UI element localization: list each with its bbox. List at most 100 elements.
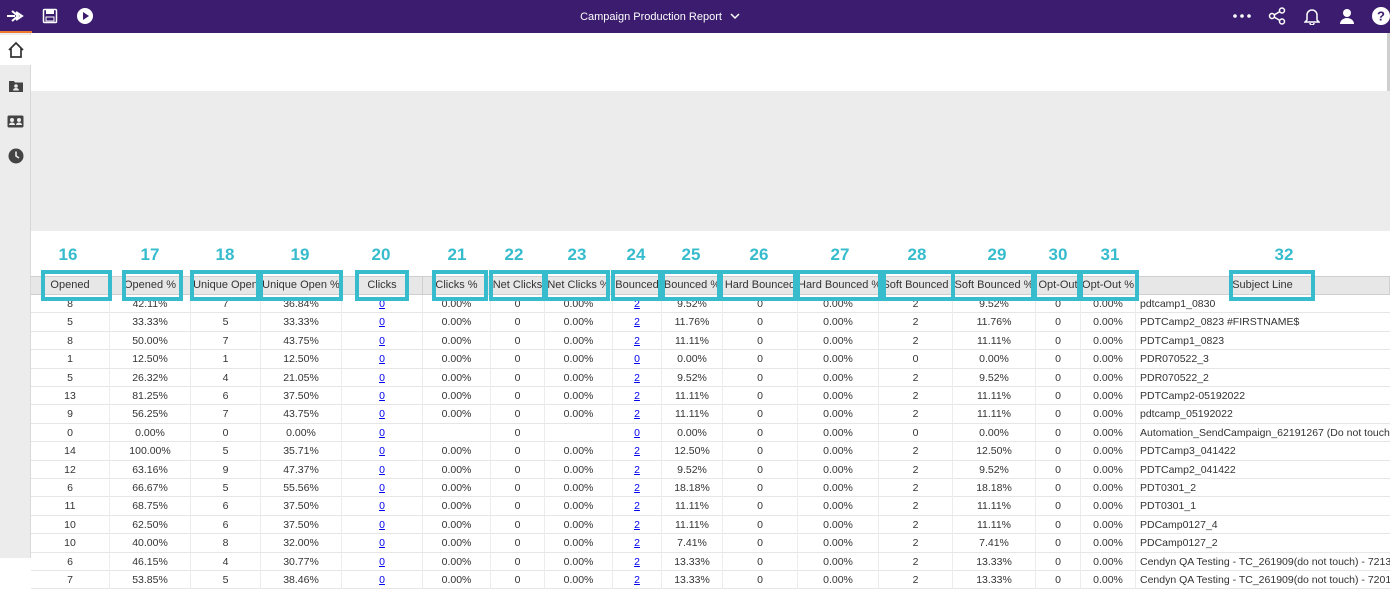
annotation-highlight-box bbox=[661, 270, 721, 301]
table-cell: 0 bbox=[723, 313, 798, 332]
drilldown-link[interactable]: 0 bbox=[342, 331, 423, 350]
table-cell: 46.15% bbox=[110, 552, 191, 571]
table-cell: 0.00% bbox=[798, 423, 879, 442]
table-cell: 5 bbox=[191, 571, 261, 589]
drilldown-link[interactable]: 0 bbox=[342, 368, 423, 387]
drilldown-link[interactable]: 2 bbox=[613, 552, 662, 571]
home-icon[interactable] bbox=[0, 35, 31, 65]
user-icon[interactable] bbox=[1336, 5, 1358, 27]
subject-line-cell: PDR070522_3 bbox=[1140, 353, 1209, 366]
table-cell: 0 bbox=[1036, 313, 1081, 332]
share-icon[interactable] bbox=[1266, 5, 1288, 27]
drilldown-link[interactable]: 0 bbox=[342, 552, 423, 571]
drilldown-link[interactable]: 0 bbox=[342, 442, 423, 461]
table-cell: 0 bbox=[1036, 405, 1081, 424]
table-cell: 0.00% bbox=[261, 423, 342, 442]
annotation-number: 17 bbox=[140, 245, 160, 264]
annotation-number: 32 bbox=[1274, 245, 1294, 264]
play-icon[interactable] bbox=[74, 5, 96, 27]
table-cell: 0 bbox=[723, 350, 798, 369]
table-cell: 0.00% bbox=[662, 423, 723, 442]
drilldown-link[interactable]: 0 bbox=[342, 571, 423, 589]
annotation-number: 29 bbox=[987, 245, 1007, 264]
report-header-band bbox=[31, 91, 1390, 231]
drilldown-link[interactable]: 2 bbox=[613, 515, 662, 534]
annotation-area bbox=[31, 231, 1390, 275]
drilldown-link[interactable]: 0 bbox=[613, 423, 662, 442]
table-cell: 11.11% bbox=[953, 331, 1036, 350]
table-cell: 0.00% bbox=[798, 442, 879, 461]
table-cell: 7.41% bbox=[662, 534, 723, 553]
table-cell: 0 bbox=[1036, 350, 1081, 369]
table-cell: 11.76% bbox=[662, 313, 723, 332]
report-title-dropdown[interactable]: Campaign Production Report bbox=[540, 0, 780, 33]
table-cell: 14 bbox=[31, 442, 110, 461]
drilldown-link[interactable]: 2 bbox=[613, 479, 662, 497]
contact-card-icon[interactable] bbox=[0, 106, 31, 136]
drilldown-link[interactable]: 0 bbox=[342, 515, 423, 534]
annotation-number: 31 bbox=[1100, 245, 1120, 264]
drilldown-link[interactable]: 0 bbox=[342, 479, 423, 497]
table-cell: 6 bbox=[191, 515, 261, 534]
table-cell: 0 bbox=[723, 405, 798, 424]
table-row: 11 68.75% 6 37.50% 0 0.00% 0 0.00% 2 11.11% 0 0.00%… bbox=[31, 497, 1390, 516]
drilldown-link[interactable]: 2 bbox=[613, 460, 662, 479]
drilldown-link[interactable]: 2 bbox=[613, 405, 662, 424]
drilldown-link[interactable]: 0 bbox=[342, 387, 423, 405]
annotation-highlight-box bbox=[1079, 270, 1139, 301]
app-logo-icon[interactable] bbox=[4, 5, 26, 27]
table-row: 14 100.00% 5 35.71% 0 0.00% 0 0.00% 2 12.50% 0 0.00… bbox=[31, 442, 1390, 461]
drilldown-link[interactable]: 2 bbox=[613, 571, 662, 589]
table-cell: 6 bbox=[191, 497, 261, 516]
drilldown-link[interactable]: 0 bbox=[342, 497, 423, 516]
annotation-highlight-box bbox=[951, 270, 1037, 301]
contacts-folder-icon[interactable] bbox=[0, 71, 31, 101]
table-cell: 2 bbox=[879, 313, 953, 332]
clock-icon[interactable] bbox=[0, 141, 31, 171]
annotation-number: 30 bbox=[1048, 245, 1068, 264]
table-cell: 2 bbox=[879, 387, 953, 405]
table-cell: 53.85% bbox=[110, 571, 191, 589]
help-icon[interactable]: ? bbox=[1370, 5, 1390, 27]
table-cell: 62.50% bbox=[110, 515, 191, 534]
table-cell: 0 bbox=[1036, 552, 1081, 571]
annotation-highlight-box bbox=[259, 270, 343, 301]
table-cell: 18.18% bbox=[662, 479, 723, 497]
table-cell: 68.75% bbox=[110, 497, 191, 516]
drilldown-link[interactable]: 0 bbox=[342, 350, 423, 369]
table-cell: 0.00% bbox=[545, 405, 613, 424]
drilldown-link[interactable]: 0 bbox=[342, 534, 423, 553]
drilldown-link[interactable]: 0 bbox=[342, 313, 423, 332]
table-cell: 0 bbox=[491, 423, 545, 442]
drilldown-link[interactable]: 2 bbox=[613, 442, 662, 461]
drilldown-link[interactable]: 0 bbox=[613, 350, 662, 369]
table-cell: 11 bbox=[31, 497, 110, 516]
annotation-number: 21 bbox=[447, 245, 467, 264]
drilldown-link[interactable]: 2 bbox=[613, 368, 662, 387]
table-cell: 0 bbox=[491, 534, 545, 553]
drilldown-link[interactable]: 2 bbox=[613, 313, 662, 332]
drilldown-link[interactable]: 2 bbox=[613, 534, 662, 553]
drilldown-link[interactable]: 0 bbox=[342, 405, 423, 424]
table-cell: 0 bbox=[879, 350, 953, 369]
annotation-number: 18 bbox=[215, 245, 235, 264]
more-icon[interactable] bbox=[1231, 5, 1253, 27]
table-cell: 0 bbox=[723, 479, 798, 497]
table-cell: 100.00% bbox=[110, 442, 191, 461]
bell-icon[interactable] bbox=[1301, 5, 1323, 27]
subject-line-cell: PDTCamp1_0823 bbox=[1140, 334, 1225, 347]
annotation-number: 19 bbox=[290, 245, 310, 264]
table-cell: 2 bbox=[879, 479, 953, 497]
drilldown-link[interactable]: 0 bbox=[342, 460, 423, 479]
table-cell: 13.33% bbox=[953, 552, 1036, 571]
table-cell: 0.00% bbox=[545, 368, 613, 387]
drilldown-link[interactable]: 0 bbox=[342, 423, 423, 442]
table-cell: 2 bbox=[879, 368, 953, 387]
save-icon[interactable] bbox=[39, 5, 61, 27]
drilldown-link[interactable]: 2 bbox=[613, 331, 662, 350]
table-cell: 30.77% bbox=[261, 552, 342, 571]
drilldown-link[interactable]: 2 bbox=[613, 387, 662, 405]
table-cell: 0.00% bbox=[423, 534, 491, 553]
table-row: 5 33.33% 5 33.33% 0 0.00% 0 0.00% 2 11.76% 0 0.00% 2… bbox=[31, 313, 1390, 332]
drilldown-link[interactable]: 2 bbox=[613, 497, 662, 516]
